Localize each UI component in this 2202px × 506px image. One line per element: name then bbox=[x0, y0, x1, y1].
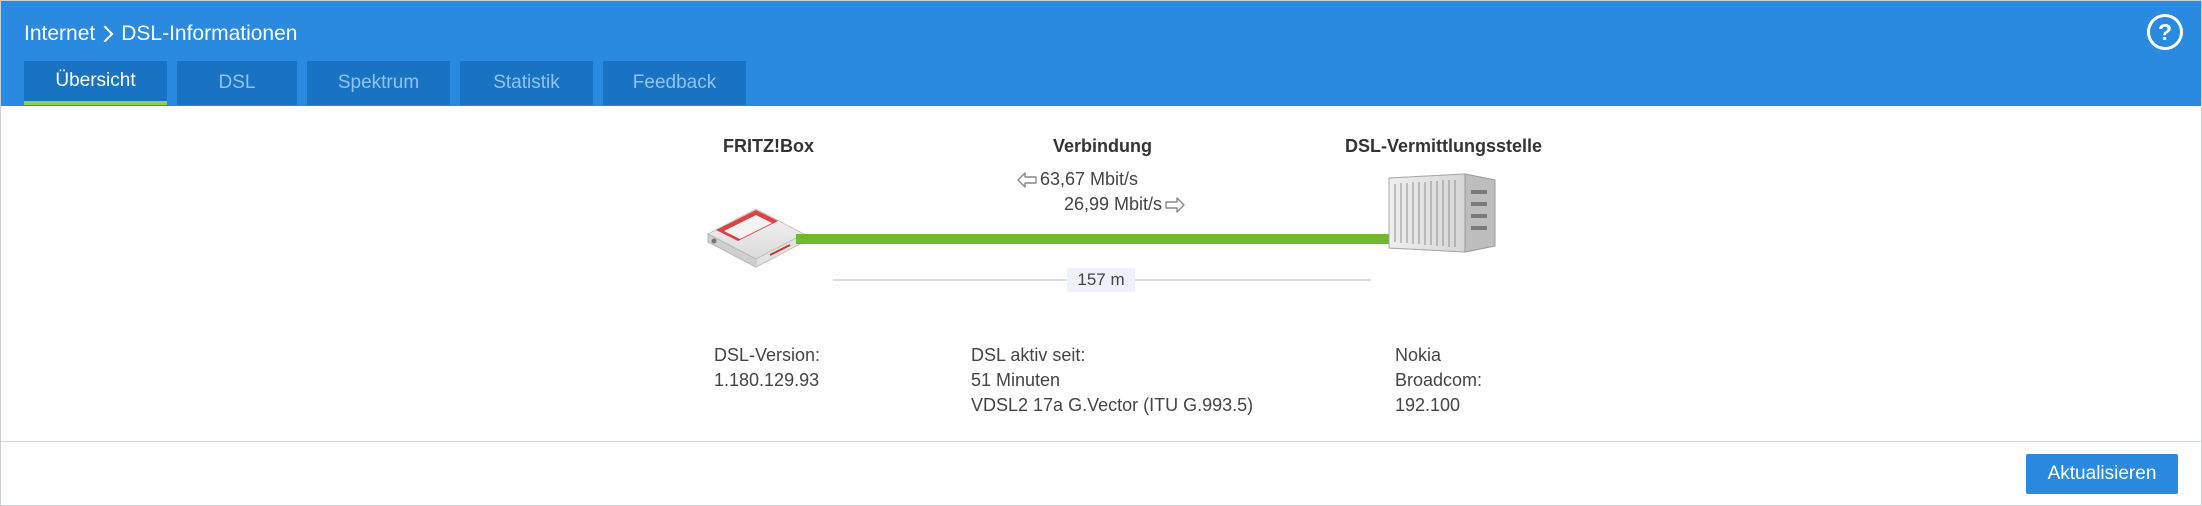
overview-panel: FRITZ!Box Verbindung DSL-Vermittlungsste… bbox=[1, 106, 2201, 442]
arrow-left-icon bbox=[1017, 171, 1037, 188]
dsl-active-duration: 51 Minuten bbox=[971, 370, 1061, 390]
dsl-info-page: Internet DSL-Informationen ? Übersicht D… bbox=[0, 0, 2202, 506]
breadcrumb-internet[interactable]: Internet bbox=[24, 22, 95, 46]
tab-feedback[interactable]: Feedback bbox=[603, 61, 746, 105]
dsl-active-label: DSL aktiv seit: bbox=[971, 345, 1086, 365]
downstream-value: 63,67 Mbit/s bbox=[1040, 169, 1139, 189]
downstream-rate: 63,67 Mbit/s bbox=[1017, 169, 1138, 190]
connection-title: Verbindung bbox=[1053, 136, 1152, 156]
tab-spektrum[interactable]: Spektrum bbox=[307, 61, 450, 105]
header-bar: Internet DSL-Informationen ? Übersicht D… bbox=[1, 1, 2201, 106]
exchange-info: Nokia Broadcom: 192.100 bbox=[1395, 343, 1482, 418]
upstream-rate: 26,99 Mbit/s bbox=[1064, 194, 1185, 215]
dsl-version-label: DSL-Version: bbox=[714, 345, 821, 365]
exchange-vendor: Nokia bbox=[1395, 345, 1442, 365]
update-button[interactable]: Aktualisieren bbox=[2026, 454, 2178, 494]
connection-line bbox=[796, 234, 1396, 244]
upstream-value: 26,99 Mbit/s bbox=[1064, 194, 1163, 214]
footer-divider bbox=[1, 441, 2201, 442]
tab-bar: Übersicht DSL Spektrum Statistik Feedbac… bbox=[24, 61, 756, 105]
distance-badge: 157 m bbox=[1067, 268, 1135, 292]
breadcrumb: Internet DSL-Informationen bbox=[24, 19, 297, 49]
tab-dsl[interactable]: DSL bbox=[177, 61, 297, 105]
exchange-chipset: Broadcom: bbox=[1395, 370, 1483, 390]
breadcrumb-dsl-informationen: DSL-Informationen bbox=[121, 22, 298, 45]
exchange-version: 192.100 bbox=[1395, 395, 1461, 415]
help-icon[interactable]: ? bbox=[2147, 14, 2183, 50]
router-title: FRITZ!Box bbox=[723, 136, 814, 156]
tab-uebersicht[interactable]: Übersicht bbox=[24, 61, 167, 105]
connection-info: DSL aktiv seit: 51 Minuten VDSL2 17a G.V… bbox=[971, 343, 1253, 418]
dsl-version-value: 1.180.129.93 bbox=[714, 370, 820, 390]
dsl-standard: VDSL2 17a G.Vector (ITU G.993.5) bbox=[971, 395, 1254, 415]
chevron-right-icon bbox=[96, 25, 114, 43]
exchange-title: DSL-Vermittlungsstelle bbox=[1345, 136, 1543, 156]
router-info: DSL-Version: 1.180.129.93 bbox=[714, 343, 820, 393]
arrow-right-icon bbox=[1165, 196, 1185, 213]
tab-statistik[interactable]: Statistik bbox=[460, 61, 593, 105]
dslam-icon bbox=[1383, 168, 1501, 254]
